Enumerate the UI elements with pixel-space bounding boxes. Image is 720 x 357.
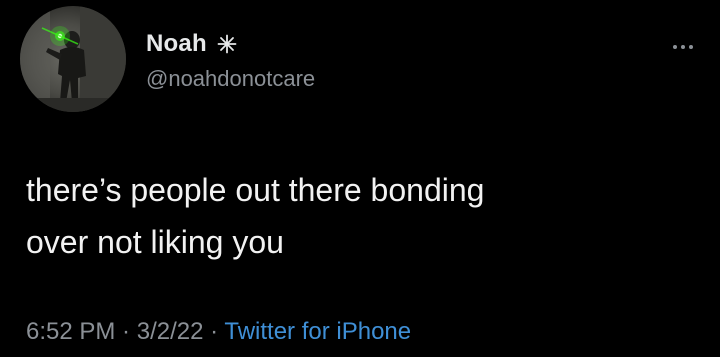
meta-separator: · [203, 318, 225, 345]
author-name-row: Noah [146, 27, 237, 61]
tweet-card: Noah @noahdonotcare there’s people out t… [0, 0, 720, 357]
avatar-photo-icon [20, 6, 126, 112]
user-handle[interactable]: @noahdonotcare [146, 66, 315, 92]
tweet-meta: 6:52 PM · 3/2/22 · Twitter for iPhone [26, 318, 411, 346]
tweet-text-line-1: there’s people out there bonding [26, 172, 485, 208]
display-name[interactable]: Noah [146, 30, 207, 58]
tweet-text: there’s people out there bonding over no… [26, 164, 666, 268]
tweet-text-line-2: over not liking you [26, 224, 284, 260]
sparkle-icon [217, 34, 237, 54]
more-options-icon[interactable] [672, 38, 694, 49]
tweet-source-link[interactable]: Twitter for iPhone [224, 318, 411, 345]
tweet-time[interactable]: 6:52 PM [26, 318, 115, 345]
meta-separator: · [115, 318, 137, 345]
tweet-date[interactable]: 3/2/22 [137, 318, 204, 345]
avatar[interactable] [20, 6, 126, 112]
